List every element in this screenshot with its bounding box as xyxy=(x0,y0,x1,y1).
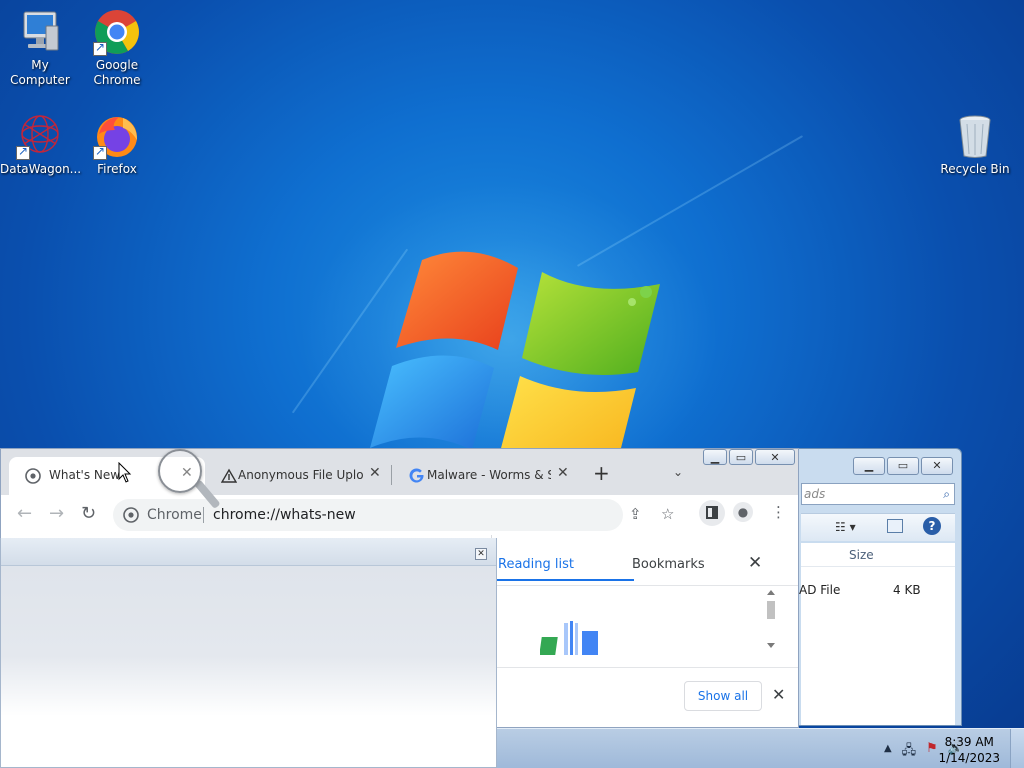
minimize-icon: ▁ xyxy=(864,459,874,472)
taskbar: ▲ 🖧 ⚑ 🔊 8:39 AM 1/14/2023 xyxy=(497,728,1024,768)
file-list: Size AD File 4 KB xyxy=(799,543,955,725)
chrome-site-icon xyxy=(123,507,139,523)
tab-separator xyxy=(391,465,392,485)
menu-kebab-icon[interactable]: ⋮ xyxy=(771,503,786,521)
divider xyxy=(492,585,798,586)
tab-title: What's New xyxy=(49,468,121,482)
windows-logo xyxy=(370,251,660,470)
bookmark-star-icon[interactable]: ☆ xyxy=(661,505,674,523)
tab-malware-worms[interactable]: Malware - Worms & Sta ✕ xyxy=(393,457,579,495)
chrome-toolbar: ← → ↻ Chrome chrome://whats-new ⇪ ☆ ● ⋮ xyxy=(1,495,798,535)
minimize-icon: ▁ xyxy=(710,451,720,464)
clock-time: 8:39 AM xyxy=(944,735,994,749)
magnifier-icon xyxy=(158,449,202,493)
scrollbar[interactable] xyxy=(764,587,778,653)
file-size: 4 KB xyxy=(893,583,921,597)
column-header-size: Size xyxy=(849,548,874,562)
tab-title: Anonymous File Upload xyxy=(238,468,364,482)
clock-date: 1/14/2023 xyxy=(938,751,1000,765)
datawagon-icon xyxy=(16,112,64,160)
close-icon: ✕ xyxy=(932,459,942,472)
recycle-bin-icon xyxy=(951,112,999,160)
mouse-pointer-icon xyxy=(118,462,132,483)
minimize-button[interactable]: ▁ xyxy=(703,449,727,465)
side-panel: Reading list Bookmarks ✕ Show all ✕ xyxy=(491,535,798,727)
divider xyxy=(492,667,798,668)
window-controls: ▁ ▭ ✕ xyxy=(853,457,953,475)
scheme-label: Chrome xyxy=(147,507,202,523)
dialog-window: ✕ xyxy=(0,538,497,768)
search-placeholder: ads xyxy=(804,487,826,501)
desktop-icon-label: Recycle Bin xyxy=(940,162,1010,176)
desktop-icon-google-chrome[interactable]: Google Chrome xyxy=(77,8,157,88)
side-panel-button[interactable] xyxy=(699,500,725,526)
maximize-button[interactable]: ▭ xyxy=(729,449,753,465)
tab-reading-list[interactable]: Reading list xyxy=(492,557,634,581)
close-icon: ✕ xyxy=(770,451,780,464)
action-center-flag-icon[interactable]: ⚑ xyxy=(926,741,938,763)
desktop-icon-firefox[interactable]: Firefox xyxy=(77,112,157,177)
upload-site-favicon-icon xyxy=(221,468,237,483)
desktop-icon-label: Firefox xyxy=(97,162,137,176)
file-type: AD File xyxy=(799,583,841,597)
reload-icon[interactable]: ↻ xyxy=(81,503,96,524)
column-header[interactable]: Size xyxy=(801,543,955,567)
close-side-panel-icon[interactable]: ✕ xyxy=(748,553,762,573)
desktop-icon-my-computer[interactable]: My Computer xyxy=(0,8,80,88)
system-clock[interactable]: 8:39 AM 1/14/2023 xyxy=(938,734,1000,766)
url-text[interactable]: chrome://whats-new xyxy=(213,507,356,523)
computer-icon xyxy=(16,8,64,56)
close-button[interactable]: ✕ xyxy=(921,457,953,475)
profile-avatar-icon[interactable]: ● xyxy=(733,502,753,522)
tab-search-chevron-down-icon[interactable]: ⌄ xyxy=(673,465,683,479)
chrome-favicon-icon xyxy=(25,468,41,484)
desktop-icon-label: My Computer xyxy=(10,58,70,87)
chrome-icon xyxy=(93,8,141,56)
show-hidden-icons-chevron-up-icon[interactable]: ▲ xyxy=(884,743,892,763)
forward-arrow-icon[interactable]: → xyxy=(49,503,64,524)
share-icon[interactable]: ⇪ xyxy=(629,505,642,523)
back-arrow-icon[interactable]: ← xyxy=(17,503,32,524)
maximize-button[interactable]: ▭ xyxy=(887,457,919,475)
close-icon[interactable]: ✕ xyxy=(475,548,487,560)
maximize-icon: ▭ xyxy=(735,451,747,464)
network-icon[interactable]: 🖧 xyxy=(902,741,917,763)
tab-anonymous-file-upload[interactable]: Anonymous File Upload ✕ xyxy=(205,457,391,495)
desktop-icon-label: DataWagon... xyxy=(0,162,82,176)
explorer-window: ▁ ▭ ✕ ads ⌕ ☷ ▾ ? Size AD File 4 KB xyxy=(790,448,962,726)
omnibox-divider xyxy=(203,507,204,523)
close-button[interactable]: ✕ xyxy=(755,449,795,465)
show-desktop-button[interactable] xyxy=(1010,729,1024,768)
minimize-button[interactable]: ▁ xyxy=(853,457,885,475)
reading-list-illustration-icon xyxy=(540,621,598,655)
search-input[interactable]: ads ⌕ xyxy=(801,483,955,505)
close-icon[interactable]: ✕ xyxy=(772,685,785,704)
tab-title: Malware - Worms & Sta xyxy=(427,468,551,482)
window-controls: ▁ ▭ ✕ xyxy=(703,449,795,465)
firefox-icon xyxy=(93,112,141,160)
close-tab-icon[interactable]: ✕ xyxy=(557,465,569,481)
close-tab-icon[interactable]: ✕ xyxy=(369,465,381,481)
shortcut-arrow-icon xyxy=(93,144,107,160)
explorer-toolbar: ☷ ▾ ? xyxy=(801,513,955,541)
maximize-icon: ▭ xyxy=(897,459,909,472)
shortcut-arrow-icon xyxy=(93,40,107,56)
search-icon: ⌕ xyxy=(943,487,950,501)
desktop-icon-datawagon[interactable]: DataWagon... xyxy=(0,112,82,177)
help-icon[interactable]: ? xyxy=(923,517,941,535)
show-all-button[interactable]: Show all xyxy=(684,681,762,711)
google-favicon-icon xyxy=(409,468,424,483)
new-tab-button[interactable]: + xyxy=(593,461,610,485)
view-options-icon[interactable]: ☷ ▾ xyxy=(835,520,856,534)
preview-pane-icon[interactable] xyxy=(887,519,903,533)
side-panel-icon-bar xyxy=(712,506,718,519)
dialog-body xyxy=(1,566,496,716)
address-bar[interactable]: Chrome chrome://whats-new ⇪ xyxy=(113,499,642,531)
desktop-icon-label: Google Chrome xyxy=(93,58,141,87)
desktop-icon-recycle-bin[interactable]: Recycle Bin xyxy=(935,112,1015,177)
dialog-titlebar[interactable]: ✕ xyxy=(1,538,496,566)
shortcut-arrow-icon xyxy=(16,144,30,160)
tab-bookmarks[interactable]: Bookmarks xyxy=(632,557,705,572)
